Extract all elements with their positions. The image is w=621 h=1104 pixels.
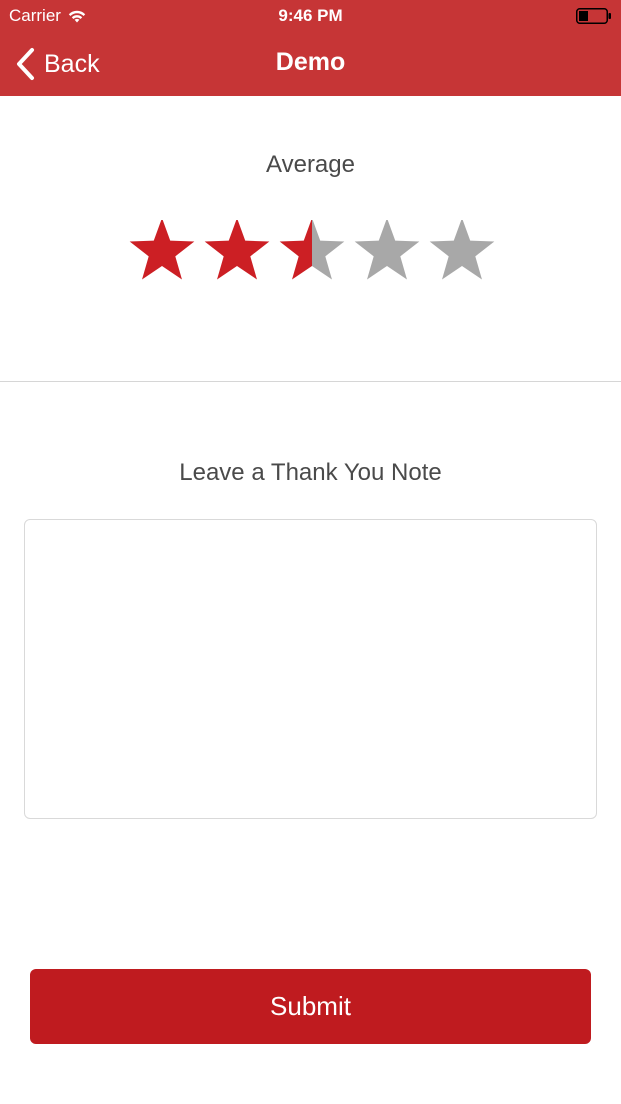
star-rating-graphic bbox=[129, 220, 495, 280]
status-time: 9:46 PM bbox=[278, 6, 343, 25]
rating-title: Average bbox=[266, 151, 355, 178]
star-rating[interactable] bbox=[124, 220, 498, 280]
star-icon[interactable] bbox=[354, 220, 420, 280]
battery-icon bbox=[576, 8, 611, 24]
page-title: Demo bbox=[275, 48, 346, 76]
submit-button[interactable]: Submit bbox=[30, 969, 591, 1044]
status-bar: Carrier 9:46 PM bbox=[0, 0, 621, 32]
note-title: Leave a Thank You Note bbox=[179, 459, 442, 486]
star-icon[interactable] bbox=[129, 220, 195, 280]
star-icon[interactable] bbox=[279, 220, 345, 280]
thank-you-note-input[interactable] bbox=[24, 519, 597, 819]
section-divider bbox=[0, 381, 621, 382]
star-icon[interactable] bbox=[204, 220, 270, 280]
star-icon[interactable] bbox=[429, 220, 495, 280]
navigation-bar: Carrier 9:46 PM Back Demo bbox=[0, 0, 621, 96]
